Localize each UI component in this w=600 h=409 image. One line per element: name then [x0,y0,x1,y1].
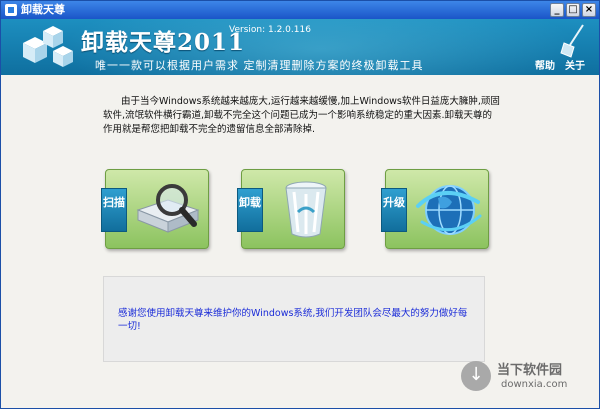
magnifier-drive-icon [136,184,200,233]
download-arrow-icon: ↓ [461,361,491,391]
upgrade-button[interactable]: 升级 [381,169,489,249]
watermark: ↓ 当下软件园 downxia.com [461,357,591,397]
title-bar[interactable]: 卸载天尊 _ □ × [1,1,599,19]
uninstall-label: 卸载 [237,188,263,232]
uninstall-button[interactable]: 卸载 [237,169,345,249]
watermark-url: downxia.com [501,379,568,390]
help-link[interactable]: 帮助 [535,57,555,72]
globe-icon [416,185,482,235]
thanks-message: 感谢您使用卸载天尊来维护你的Windows系统,我们开发团队会尽最大的努力做好每… [118,308,468,332]
header-banner: 卸载天尊2011 Version: 1.2.0.116 唯一一款可以根据用户需求… [1,19,599,75]
about-link[interactable]: 关于 [565,57,585,72]
broom-icon [560,24,584,58]
window-title: 卸载天尊 [21,3,65,16]
intro-text: 由于当今Windows系统越来越庞大,运行越来越缓慢,加上Windows软件日益… [103,96,500,135]
close-button[interactable]: × [582,3,596,17]
cube-logo-icon [23,26,73,67]
scan-label: 扫描 [101,188,127,232]
version-label: Version: 1.2.0.116 [229,25,311,35]
app-window: 卸载天尊 _ □ × 卸载天尊2011 Version: 1.2.0.116 唯… [0,0,600,409]
upgrade-label: 升级 [381,188,407,232]
scan-button[interactable]: 扫描 [101,169,209,249]
watermark-name: 当下软件园 [497,363,563,378]
message-panel: 感谢您使用卸载天尊来维护你的Windows系统,我们开发团队会尽最大的努力做好每… [103,276,485,362]
recycle-bin-icon [285,181,327,238]
brand-title: 卸载天尊2011 [81,29,246,56]
app-icon [5,4,17,16]
maximize-button[interactable]: □ [566,3,580,17]
minimize-button[interactable]: _ [550,3,564,17]
slogan-text: 唯一一款可以根据用户需求 定制清理删除方案的终极卸载工具 [95,59,424,72]
